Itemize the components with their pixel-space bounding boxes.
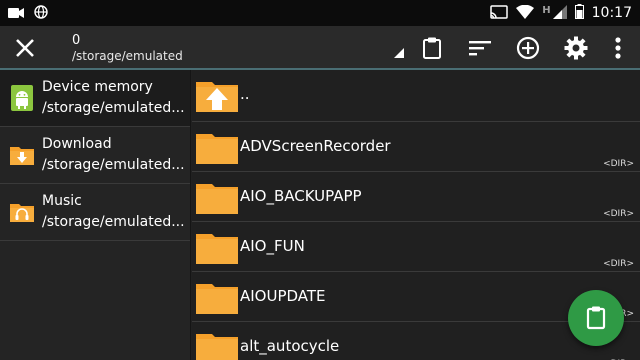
folder-icon [196,184,238,214]
sidebar-item-path: /storage/emulated... [42,100,185,116]
sidebar-item-title: Download [42,136,112,152]
file-name: AIO_BACKUPAPP [240,187,362,205]
clipboard-icon [423,37,441,59]
current-path[interactable]: /storage/emulated [72,49,183,63]
download-folder-icon [10,147,34,165]
bookmarks-sidebar: Device memory /storage/emulated... Downl… [0,70,191,360]
file-type-label: <DIR> [603,259,634,269]
folder-icon [196,234,238,264]
status-bar: H 10:17 [0,0,640,26]
close-button[interactable] [10,34,40,62]
file-name: alt_autocycle [240,337,340,355]
paste-fab-button[interactable] [568,290,624,346]
android-icon [11,85,33,111]
action-toolbar: 0 /storage/emulated [0,26,640,70]
list-item[interactable]: AIO_BACKUPAPP <DIR> [192,172,640,222]
sidebar-item-title: Device memory [42,79,153,95]
sidebar-item-device-memory[interactable]: Device memory /storage/emulated... [0,70,190,127]
add-circle-icon [516,36,540,60]
new-item-button[interactable] [514,34,542,62]
settings-button[interactable] [562,34,590,62]
file-name: .. [240,85,250,103]
more-vert-icon [615,37,621,59]
folder-icon [196,134,238,164]
parent-directory-row[interactable]: .. [192,70,640,122]
selection-count: 0 [72,33,81,48]
list-item[interactable]: AIO_FUN <DIR> [192,222,640,272]
sidebar-item-path: /storage/emulated... [42,214,185,230]
network-type-label: H [542,4,551,16]
status-left-icons [8,4,48,23]
cast-icon [490,4,509,23]
file-name: AIOUPDATE [240,287,326,305]
sort-button[interactable] [466,34,494,62]
video-camera-icon [8,4,24,23]
clock: 10:17 [591,5,632,21]
dropdown-caret-icon[interactable] [394,48,404,58]
list-item[interactable]: ADVScreenRecorder <DIR> [192,122,640,172]
file-type-label: <DIR> [603,159,634,169]
sidebar-item-path: /storage/emulated... [42,157,185,173]
file-name: AIO_FUN [240,237,305,255]
close-icon [16,39,34,57]
music-folder-icon [10,204,34,222]
status-right-icons: H 10:17 [490,2,632,24]
battery-icon [574,3,584,23]
clipboard-button[interactable] [418,34,446,62]
sidebar-item-music[interactable]: Music /storage/emulated... [0,184,190,241]
gear-icon [564,36,588,60]
folder-up-icon [196,82,238,112]
globe-icon [34,4,48,23]
sort-icon [469,41,491,56]
file-name: ADVScreenRecorder [240,137,391,155]
paste-clipboard-icon [586,306,606,330]
more-options-button[interactable] [604,34,632,62]
wifi-icon [516,4,535,23]
folder-icon [196,284,238,314]
folder-icon [196,334,238,360]
sidebar-item-download[interactable]: Download /storage/emulated... [0,127,190,184]
signal-icon [552,4,567,23]
sidebar-item-title: Music [42,193,82,209]
file-type-label: <DIR> [603,209,634,219]
